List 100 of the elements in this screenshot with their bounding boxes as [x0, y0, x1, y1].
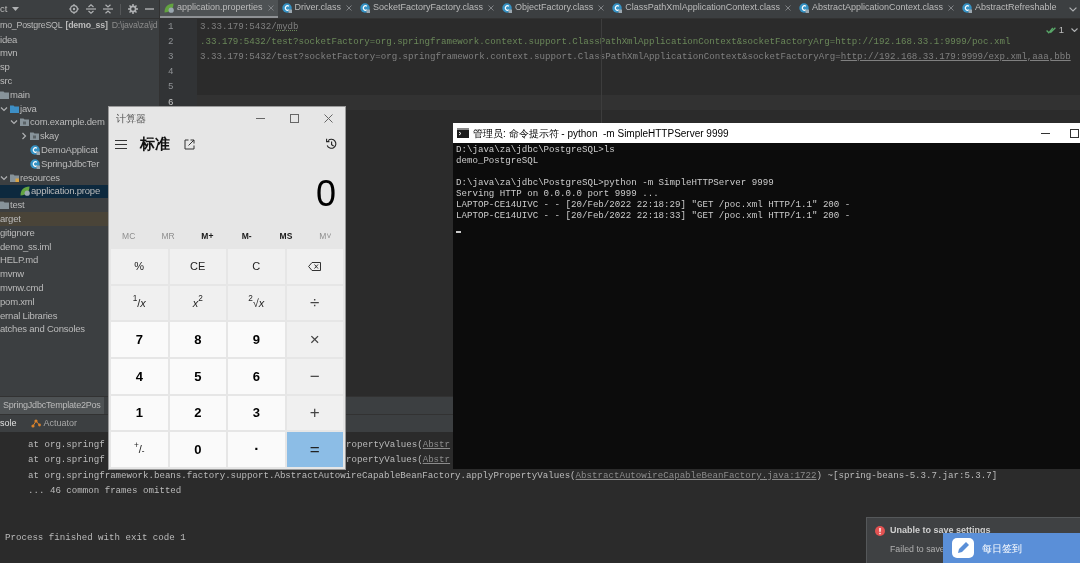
digit-key[interactable]: 0 [169, 432, 226, 467]
sign-key[interactable]: $^{+}$/$_{-}$ [111, 432, 168, 467]
tree-item[interactable]: SpringJdbcTer [30, 156, 100, 171]
close-icon[interactable] [598, 5, 605, 11]
editor-tab[interactable]: ClassPathXmlApplicationContext.class [608, 0, 795, 18]
tree-item[interactable]: idea [0, 32, 18, 47]
history-icon[interactable] [325, 138, 337, 150]
tree-item[interactable]: mvn [0, 46, 18, 61]
console-text: Process finished with exit code 1 [5, 530, 186, 545]
tree-item[interactable]: test [0, 198, 25, 213]
tree-item[interactable]: java [0, 101, 37, 116]
panel-title[interactable]: ct [0, 1, 8, 17]
function-key[interactable]: % [111, 249, 168, 284]
digit-key[interactable]: 5 [169, 359, 226, 394]
memory-button[interactable]: M- [241, 229, 252, 243]
function-key[interactable]: x$^{2}$ [169, 285, 226, 321]
tree-item[interactable]: gitignore [0, 225, 35, 240]
function-key[interactable]: C [228, 249, 285, 284]
memory-button[interactable]: M+ [201, 229, 214, 243]
digit-key[interactable]: 7 [111, 322, 168, 357]
function-key[interactable]: $^{2}$√x [228, 285, 285, 321]
close-icon[interactable] [324, 113, 333, 123]
terminal-line: Serving HTTP on 0.0.0.0 port 9999 ... [456, 188, 659, 199]
chevron-down-icon[interactable] [0, 173, 8, 182]
tree-item[interactable]: arget [0, 212, 108, 226]
class-icon [360, 3, 371, 13]
digit-key[interactable]: 8 [169, 322, 226, 357]
editor-tab[interactable]: AbstractApplicationContext.class [794, 0, 958, 18]
digit-key[interactable]: 9 [228, 322, 285, 357]
tool-tab[interactable]: sole [0, 416, 17, 431]
inspection-count[interactable]: 1 [1058, 23, 1064, 38]
close-icon[interactable] [947, 5, 954, 11]
console-link[interactable]: Abstr [422, 454, 451, 466]
sign-in-widget[interactable]: 每日签到 [943, 533, 1080, 563]
digit-key[interactable]: 2 [169, 395, 226, 431]
console-link[interactable]: AbstractAutowireCapableBeanFactory.java:1722 [575, 469, 817, 481]
class-icon [612, 3, 623, 13]
close-icon[interactable] [487, 5, 494, 11]
chevron-down-icon[interactable] [0, 104, 8, 113]
link[interactable]: http://192.168.33.179:9999/exp.xml,aaa,bbb [840, 51, 1071, 63]
equals-key[interactable]: = [286, 432, 343, 467]
tree-item[interactable]: pom.xml [0, 294, 35, 309]
digit-key[interactable]: 4 [111, 359, 168, 394]
memory-button[interactable]: MS [279, 229, 293, 243]
operator-key[interactable]: ÷ [286, 285, 343, 321]
close-icon[interactable] [784, 5, 791, 11]
crosshair-icon[interactable] [69, 4, 79, 14]
settings-icon[interactable] [128, 4, 138, 14]
operator-key[interactable]: × [286, 322, 343, 357]
tree-item[interactable]: atches and Consoles [0, 322, 85, 337]
line-number: 1 [168, 19, 174, 34]
tree-item[interactable]: DemoApplicat [30, 143, 98, 157]
digit-key[interactable]: 3 [228, 395, 285, 431]
function-key[interactable]: $^{1}$/x [111, 285, 168, 321]
digit-key[interactable]: 6 [228, 359, 285, 394]
chevron-down-icon[interactable] [10, 118, 18, 127]
tree-item[interactable]: mo_PostgreSQL [demo_ss] D:\java\za\jd [0, 19, 158, 33]
window-arrow-icon[interactable] [184, 138, 195, 150]
tree-item[interactable]: sp [0, 60, 10, 75]
expand-all-icon[interactable] [86, 4, 96, 14]
tree-item[interactable]: mvnw [0, 267, 24, 282]
chevron-right-icon[interactable] [20, 132, 28, 141]
maximize-icon[interactable] [1070, 128, 1079, 138]
editor-tab[interactable]: SocketFactoryFactory.class [356, 0, 498, 18]
editor-tab[interactable]: application.properties [160, 0, 278, 18]
tree-item[interactable]: src [0, 74, 13, 88]
decimal-point-key[interactable]: . [228, 432, 285, 467]
run-tab[interactable]: SpringJdbcTemplate2Pos [0, 397, 104, 414]
tree-item[interactable]: com.example.dem [10, 115, 105, 130]
chevron-down-icon[interactable] [1069, 6, 1077, 12]
tree-item[interactable]: ernal Libraries [0, 308, 58, 323]
tree-item[interactable]: application.prope [0, 184, 108, 199]
folder-icon [0, 201, 9, 210]
menu-icon[interactable] [115, 139, 127, 149]
editor-tab[interactable]: ObjectFactory.class [497, 0, 609, 18]
tool-tab[interactable]: Actuator [30, 416, 78, 431]
console-link[interactable]: Abstr [422, 438, 451, 450]
dropdown-caret-icon[interactable] [12, 7, 20, 11]
tree-item[interactable]: mvnw.cmd [0, 281, 44, 295]
function-key[interactable]: CE [169, 249, 226, 284]
minimize-icon[interactable] [1041, 132, 1050, 134]
terminal-icon [457, 128, 469, 138]
code-line: 3.33.179:5432/mydb [200, 19, 299, 34]
console-text: at org.springframework.beans.factory.support.AbstractAutowireCapableBeanFactory.applyPropertyValues(AbstractAutowireCapableBeanFactory.java:1722) ~[spring-beans-5.3.7.jar:5.3.7] [28, 468, 998, 483]
tree-item[interactable]: HELP.md [0, 253, 39, 268]
tree-item[interactable]: skay [20, 129, 59, 144]
chevron-down-icon[interactable] [1071, 28, 1078, 33]
collapse-all-icon[interactable] [103, 4, 113, 14]
tree-item[interactable]: demo_ss.iml [0, 239, 52, 254]
operator-key[interactable]: − [286, 359, 343, 394]
close-icon[interactable] [346, 5, 353, 11]
window-title: 计算器 [115, 111, 146, 126]
editor-tab[interactable]: Driver.class [277, 0, 357, 18]
operator-key[interactable]: + [286, 395, 343, 431]
tree-item[interactable]: resources [0, 170, 60, 185]
backspace-icon[interactable] [308, 261, 322, 271]
tree-item[interactable]: main [0, 88, 30, 102]
double-check-icon[interactable] [1045, 26, 1056, 34]
digit-key[interactable]: 1 [111, 395, 168, 431]
editor-tab[interactable]: AbstractRefreshable [957, 0, 1061, 18]
